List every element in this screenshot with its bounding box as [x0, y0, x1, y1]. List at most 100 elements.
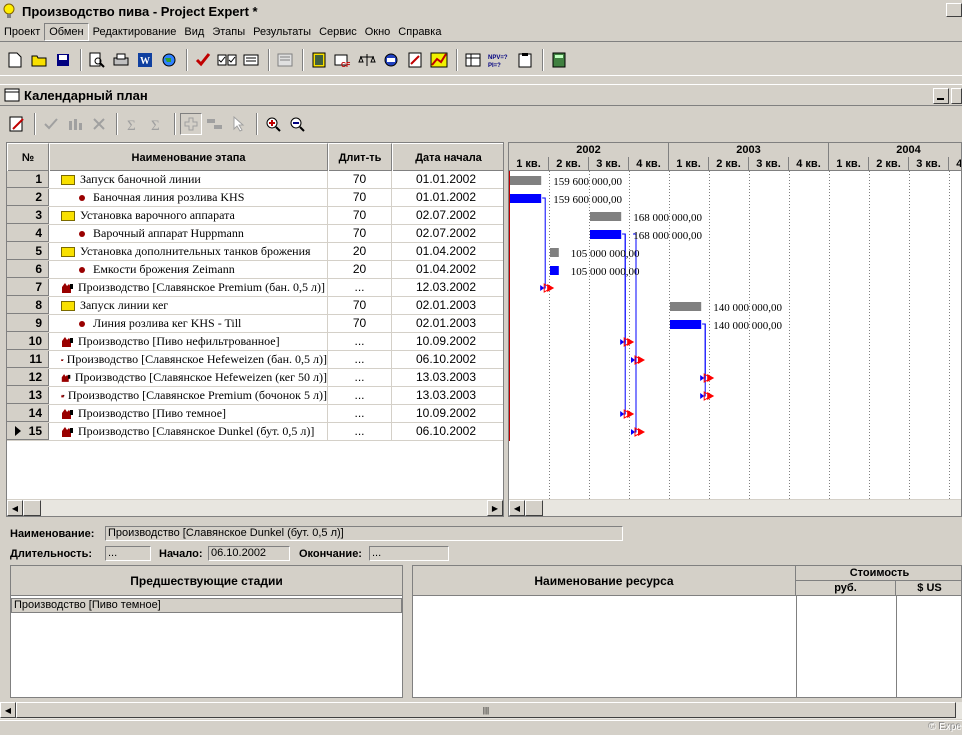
zoom-in-icon[interactable]	[262, 113, 284, 135]
sum-up-icon[interactable]: Σ	[122, 113, 144, 135]
col-num-header[interactable]: №	[7, 143, 49, 171]
save-icon[interactable]	[52, 49, 74, 71]
menu-window[interactable]: Окно	[361, 24, 395, 40]
start-date-cell[interactable]: 10.09.2002	[392, 405, 500, 422]
checklist-icon[interactable]	[216, 49, 238, 71]
print-icon[interactable]	[110, 49, 132, 71]
duration-cell[interactable]: ...	[328, 333, 392, 350]
table-row[interactable]: 7 Производство [Славянское Premium (бан. …	[7, 279, 503, 297]
duration-cell[interactable]: 70	[328, 225, 392, 242]
duration-cell[interactable]: 70	[328, 297, 392, 314]
start-field[interactable]: 06.10.2002	[208, 546, 290, 561]
table-row[interactable]: 12 Производство [Славянское Hefeweizen (к…	[7, 369, 503, 387]
start-date-cell[interactable]: 01.04.2002	[392, 261, 500, 278]
table-row[interactable]: 2 Баночная линия розлива KHS 70 01.01.2002	[7, 189, 503, 207]
duration-cell[interactable]: 70	[328, 207, 392, 224]
table-row[interactable]: 5 Установка дополнительных танков брожени…	[7, 243, 503, 261]
start-date-cell[interactable]: 13.03.2003	[392, 387, 500, 404]
new-icon[interactable]	[4, 49, 26, 71]
stage-name-cell[interactable]: Емкости брожения Zeimann	[49, 261, 328, 278]
document-icon[interactable]	[404, 49, 426, 71]
check-icon[interactable]	[192, 49, 214, 71]
scales-icon[interactable]	[356, 49, 378, 71]
stage-name-cell[interactable]: Линия розлива кег KHS - Till	[49, 315, 328, 332]
npv-pi-icon[interactable]: NPV=? PI=?	[486, 49, 512, 71]
table-row[interactable]: 6 Емкости брожения Zeimann 20 01.04.2002	[7, 261, 503, 279]
stage-name-cell[interactable]: Производство [Славянское Premium (бан. 0…	[49, 279, 328, 296]
stage-name-cell[interactable]: Производство [Славянское Hefeweizen (бан…	[49, 351, 328, 368]
start-date-cell[interactable]: 06.10.2002	[392, 351, 500, 368]
minimize-button[interactable]	[946, 3, 962, 17]
globe-icon[interactable]	[158, 49, 180, 71]
mdi-maximize-button[interactable]	[951, 88, 962, 104]
stage-name-cell[interactable]: Производство [Славянское Dunkel (бут. 0,…	[49, 423, 328, 440]
start-date-cell[interactable]: 02.01.2003	[392, 315, 500, 332]
chart-icon[interactable]	[428, 49, 450, 71]
table-row[interactable]: 14 Производство [Пиво темное]... 10.09.200…	[7, 405, 503, 423]
word-icon[interactable]: W	[134, 49, 156, 71]
table-row[interactable]: 8 Запуск линии кег 70 02.01.2003	[7, 297, 503, 315]
duration-cell[interactable]: ...	[328, 405, 392, 422]
stage-name-cell[interactable]: Производство [Пиво темное]	[49, 405, 328, 422]
predecessor-item[interactable]: Производство [Пиво темное]	[11, 598, 402, 613]
stage-name-cell[interactable]: Баночная линия розлива KHS	[49, 189, 328, 206]
main-scroll-left-button[interactable]: ◀	[0, 702, 16, 718]
card-icon[interactable]	[240, 49, 262, 71]
cashflow-icon[interactable]: CF	[332, 49, 354, 71]
start-date-cell[interactable]: 02.01.2003	[392, 297, 500, 314]
table-row[interactable]: 4 Варочный аппарат Huppmann 70 02.07.2002	[7, 225, 503, 243]
main-scroll-thumb[interactable]: |||	[16, 702, 956, 718]
duration-cell[interactable]: ...	[328, 369, 392, 386]
menu-results[interactable]: Результаты	[249, 24, 315, 40]
main-hscroll[interactable]: ◀ |||	[0, 702, 962, 719]
table-row[interactable]: 3 Установка варочного аппарата 70 02.07.200…	[7, 207, 503, 225]
duration-cell[interactable]: 20	[328, 243, 392, 260]
menu-exchange[interactable]: Обмен	[44, 22, 89, 41]
duration-cell[interactable]: ...	[328, 279, 392, 296]
menu-project[interactable]: Проект	[0, 24, 44, 40]
link-stage-icon[interactable]	[204, 113, 226, 135]
col-start-header[interactable]: Дата начала	[392, 143, 503, 171]
open-icon[interactable]	[28, 49, 50, 71]
menu-service[interactable]: Сервис	[315, 24, 361, 40]
delete-icon[interactable]	[88, 113, 110, 135]
stage-name-cell[interactable]: Установка варочного аппарата	[49, 207, 328, 224]
table-row[interactable]: 10 Производство [Пиво нефильтрованное]...…	[7, 333, 503, 351]
zoom-out-icon[interactable]	[286, 113, 308, 135]
duration-cell[interactable]: 70	[328, 315, 392, 332]
end-field[interactable]: ...	[369, 546, 449, 561]
mdi-minimize-button[interactable]	[933, 88, 949, 104]
stage-name-cell[interactable]: Установка дополнительных танков брожения	[49, 243, 328, 260]
start-date-cell[interactable]: 02.07.2002	[392, 207, 500, 224]
table-row[interactable]: 13 Производство [Славянское Premium (бочо…	[7, 387, 503, 405]
table-icon[interactable]	[462, 49, 484, 71]
start-date-cell[interactable]: 06.10.2002	[392, 423, 500, 440]
menu-stages[interactable]: Этапы	[208, 24, 249, 40]
duration-cell[interactable]: ...	[328, 387, 392, 404]
start-date-cell[interactable]: 01.01.2002	[392, 171, 500, 188]
start-date-cell[interactable]: 01.04.2002	[392, 243, 500, 260]
duration-cell[interactable]: ...	[328, 351, 392, 368]
start-date-cell[interactable]: 10.09.2002	[392, 333, 500, 350]
scroll-left-button[interactable]: ◀	[7, 500, 23, 516]
stage-name-cell[interactable]: Производство [Пиво нефильтрованное]	[49, 333, 328, 350]
pointer-icon[interactable]	[228, 113, 250, 135]
name-field[interactable]: Производство [Славянское Dunkel (бут. 0,…	[105, 526, 623, 541]
col-name-header[interactable]: Наименование этапа	[49, 143, 328, 171]
menu-view[interactable]: Вид	[180, 24, 208, 40]
table-row[interactable]: 1 Запуск баночной линии 70 01.01.2002	[7, 171, 503, 189]
duration-cell[interactable]: 20	[328, 261, 392, 278]
stage-name-cell[interactable]: Варочный аппарат Huppmann	[49, 225, 328, 242]
stamp-icon[interactable]	[380, 49, 402, 71]
col-duration-header[interactable]: Длит-ть	[328, 143, 392, 171]
accept-icon[interactable]	[40, 113, 62, 135]
preview-icon[interactable]	[86, 49, 108, 71]
table-row[interactable]: 9 Линия розлива кег KHS - Till 70 02.01.200…	[7, 315, 503, 333]
stage-name-cell[interactable]: Производство [Славянское Hefeweizen (кег…	[49, 369, 328, 386]
start-date-cell[interactable]: 12.03.2002	[392, 279, 500, 296]
sum-down-icon[interactable]: Σ	[146, 113, 168, 135]
table-row[interactable]: 11 Производство [Славянское Hefeweizen (б…	[7, 351, 503, 369]
edit-stage-icon[interactable]	[6, 113, 28, 135]
calendar-icon[interactable]	[308, 49, 330, 71]
grid-hscroll[interactable]: ◀ ▶	[7, 499, 503, 516]
